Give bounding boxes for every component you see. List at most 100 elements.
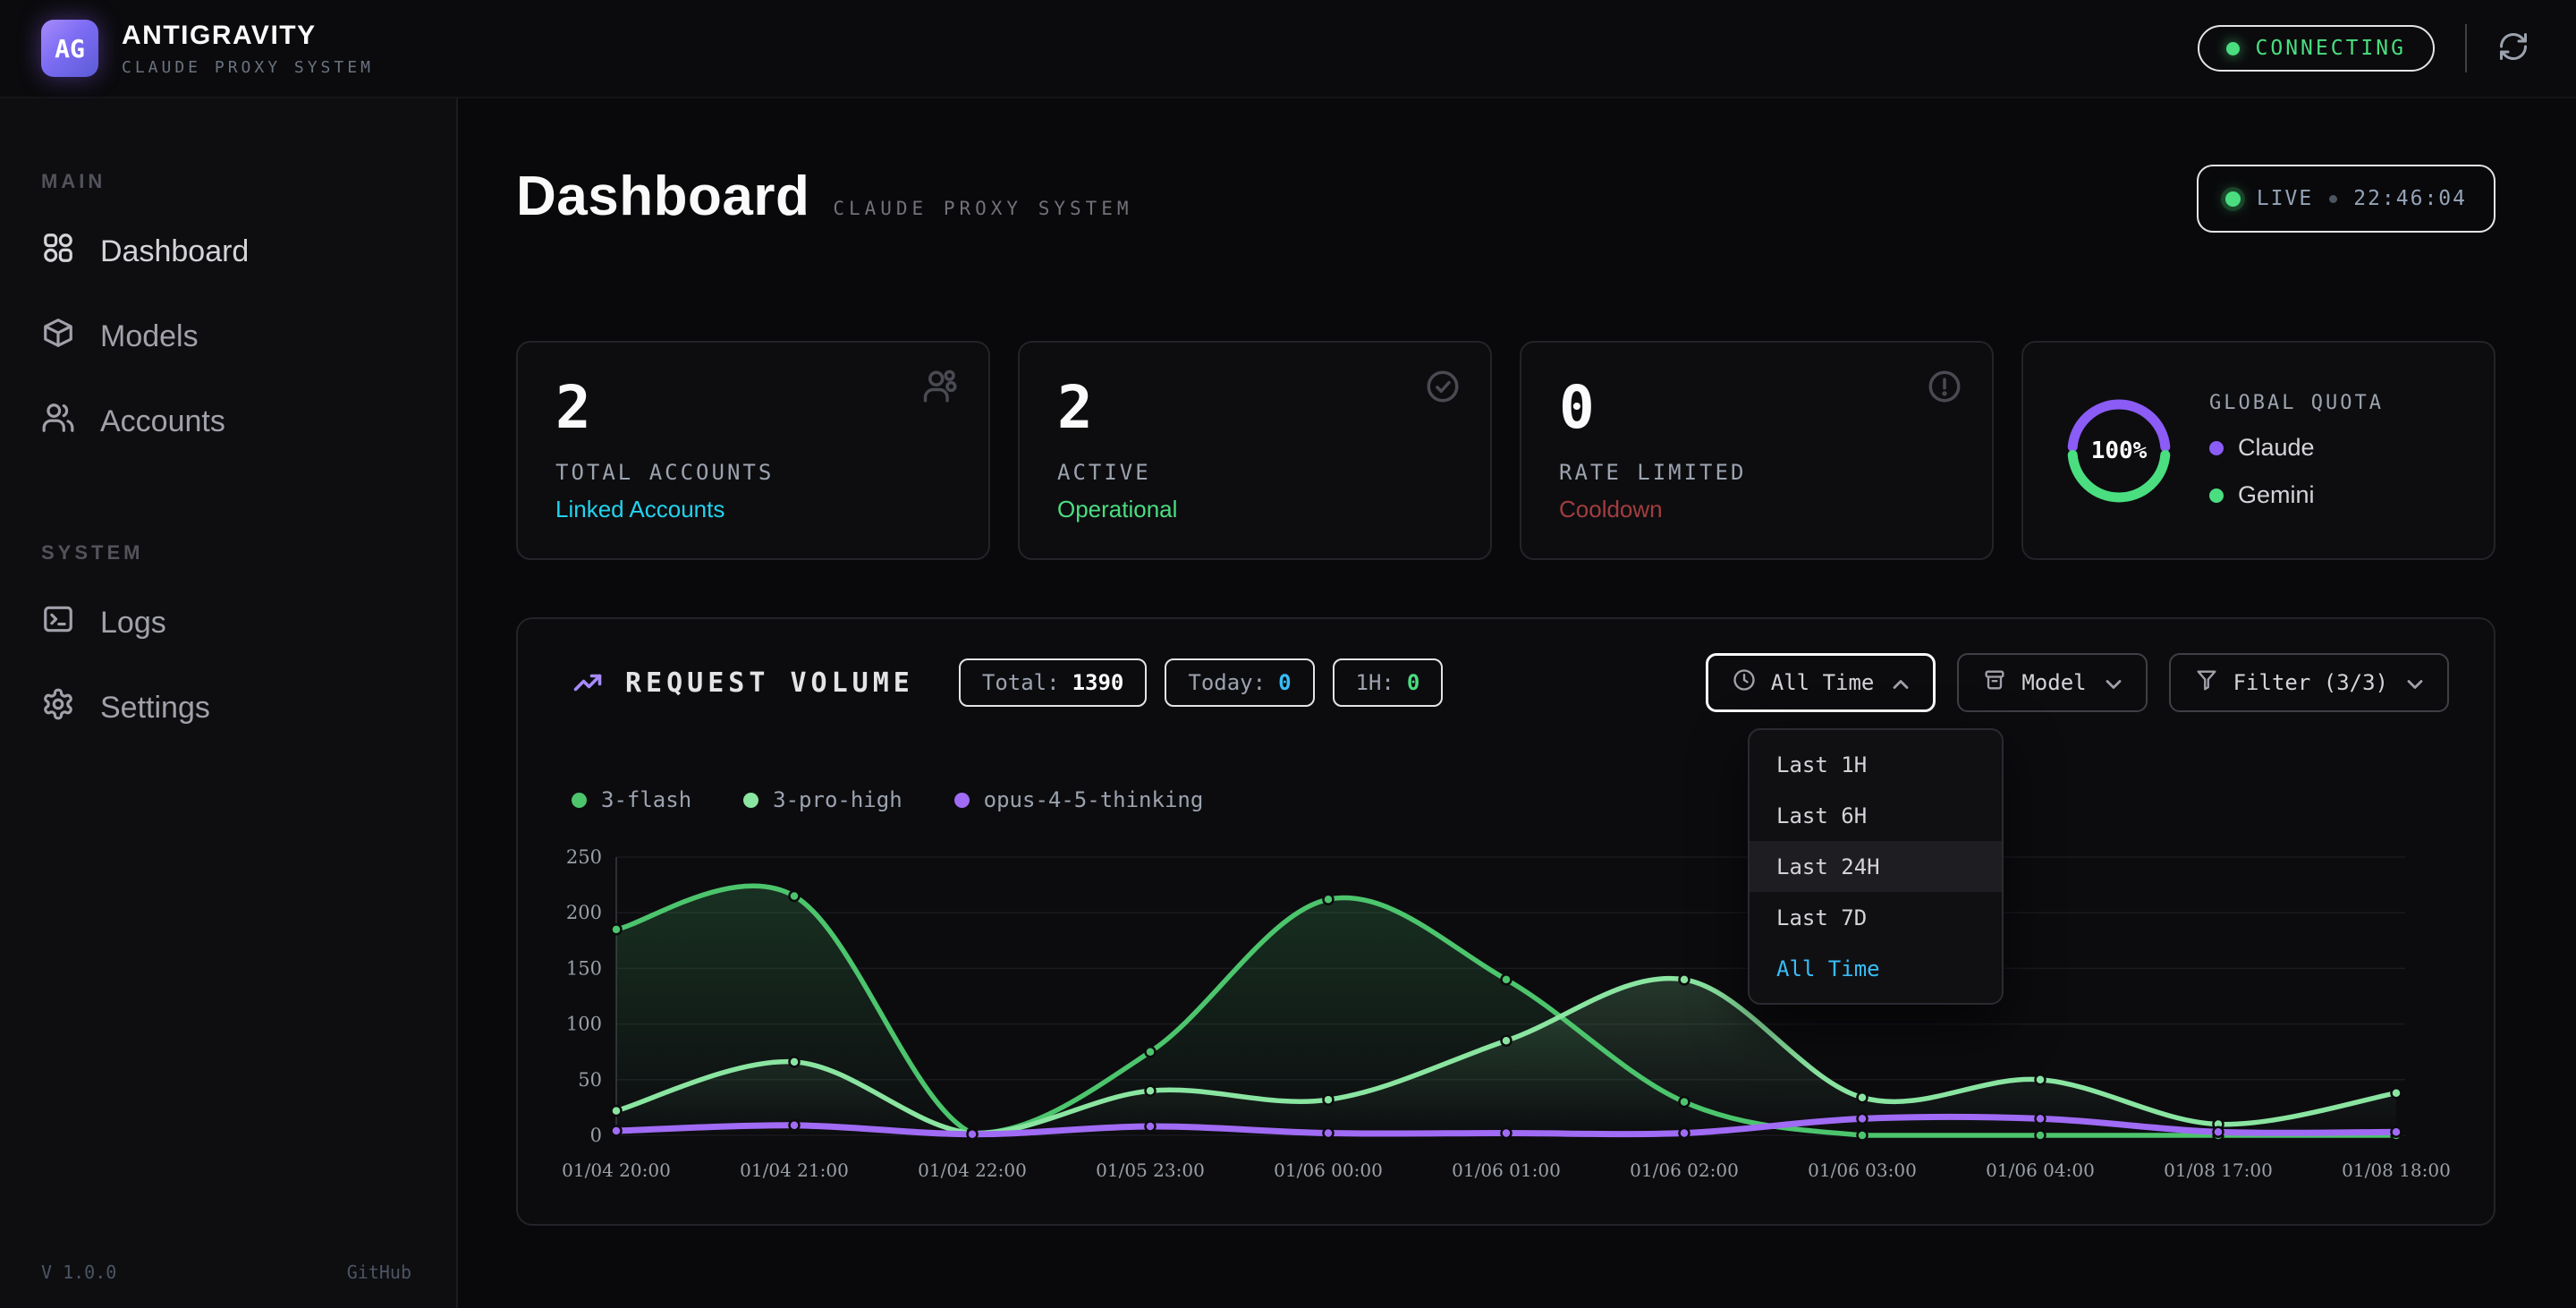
svg-text:01/06 04:00: 01/06 04:00 [1986,1159,2095,1181]
chevron-down-icon [2402,672,2424,693]
cube-icon [41,316,75,358]
svg-text:01/06 01:00: 01/06 01:00 [1452,1159,1561,1181]
check-circle-icon [1424,368,1462,405]
pill-label: Total: [982,670,1060,695]
quota-title: GLOBAL QUOTA [2209,392,2384,414]
pill-value: 1390 [1072,670,1124,695]
app-subtitle: CLAUDE PROXY SYSTEM [122,58,374,77]
provider-label: Claude [2238,434,2315,462]
dropdown-label: Filter (3/3) [2233,670,2388,695]
sidebar-item-label: Models [100,319,199,354]
card-total-accounts: 2 TOTAL ACCOUNTS Linked Accounts [516,341,990,560]
svg-text:01/04 20:00: 01/04 20:00 [562,1159,671,1181]
dropdown-label: Model [2021,670,2086,695]
quota-provider-gemini: Gemini [2209,481,2384,509]
series-dot-icon [572,793,587,808]
menu-item-last-1h[interactable]: Last 1H [1750,739,2002,790]
svg-text:01/06 00:00: 01/06 00:00 [1274,1159,1383,1181]
provider-label: Gemini [2238,481,2315,509]
model-dropdown[interactable]: Model [1957,653,2147,712]
topbar: AG ANTIGRAVITY CLAUDE PROXY SYSTEM CONNE… [0,0,2576,98]
card-rate-limited: 0 RATE LIMITED Cooldown [1520,341,1994,560]
terminal-icon [41,602,75,644]
svg-text:01/08 17:00: 01/08 17:00 [2164,1159,2273,1181]
legend-item-opus[interactable]: opus-4-5-thinking [954,787,1204,812]
sidebar-section-system: SYSTEM [41,541,415,565]
svg-text:01/05 23:00: 01/05 23:00 [1096,1159,1205,1181]
menu-item-last-6h[interactable]: Last 6H [1750,790,2002,841]
legend-label: 3-pro-high [773,787,902,812]
panel-title: REQUEST VOLUME [625,667,914,699]
sidebar-section-main: MAIN [41,170,415,193]
today-pill: Today: 0 [1165,658,1314,707]
dot-separator-icon [2329,195,2337,203]
claude-dot-icon [2209,441,2224,455]
sidebar: MAIN Dashboard Models Accounts SYSTEM [0,98,458,1308]
pill-label: 1H: [1356,670,1394,695]
svg-text:250: 250 [566,847,602,868]
filter-dropdown[interactable]: Filter (3/3) [2169,653,2449,712]
menu-item-last-24h[interactable]: Last 24H [1750,841,2002,892]
stat-value: 2 [1057,377,1453,438]
svg-text:01/06 03:00: 01/06 03:00 [1808,1159,1917,1181]
legend-item-3-pro-high[interactable]: 3-pro-high [743,787,902,812]
card-global-quota: 100% GLOBAL QUOTA Claude Gemini [2021,341,2496,560]
svg-text:100: 100 [566,1014,602,1035]
total-pill: Total: 1390 [959,658,1148,707]
live-badge: LIVE 22:46:04 [2197,165,2496,233]
svg-text:01/06 02:00: 01/06 02:00 [1630,1159,1739,1181]
users-icon [922,368,960,405]
github-link[interactable]: GitHub [347,1261,411,1283]
svg-text:01/04 22:00: 01/04 22:00 [918,1159,1027,1181]
app-logo: AG [41,20,98,77]
menu-item-all-time[interactable]: All Time [1750,943,2002,994]
live-dot-icon [2225,191,2241,207]
svg-text:50: 50 [578,1069,602,1091]
refresh-icon [2497,30,2529,67]
grid-icon [41,231,75,273]
page-subtitle: CLAUDE PROXY SYSTEM [833,198,1132,219]
sidebar-item-label: Settings [100,691,210,726]
box-icon [1982,667,2007,698]
sidebar-item-accounts[interactable]: Accounts [41,379,415,464]
gear-icon [41,687,75,729]
series-dot-icon [743,793,758,808]
legend-label: 3-flash [601,787,691,812]
stat-sub: Operational [1057,496,1453,523]
request-volume-chart: 05010015020025001/04 20:0001/04 21:0001/… [540,847,2499,1196]
stat-label: RATE LIMITED [1559,460,1954,485]
topbar-divider [2465,24,2467,72]
brand: AG ANTIGRAVITY CLAUDE PROXY SYSTEM [41,20,374,77]
pill-value: 0 [1278,670,1291,695]
main-content: Dashboard CLAUDE PROXY SYSTEM LIVE 22:46… [460,98,2576,1308]
alert-circle-icon [1926,368,1963,405]
funnel-icon [2194,667,2219,698]
legend-label: opus-4-5-thinking [984,787,1204,812]
legend-item-3-flash[interactable]: 3-flash [572,787,691,812]
menu-item-last-7d[interactable]: Last 7D [1750,892,2002,943]
sidebar-item-settings[interactable]: Settings [41,666,415,751]
stat-label: ACTIVE [1057,460,1453,485]
time-range-dropdown[interactable]: All Time [1706,653,1936,712]
pill-value: 0 [1407,670,1419,695]
live-clock: 22:46:04 [2353,187,2467,210]
svg-text:150: 150 [566,957,602,979]
connection-status-badge: CONNECTING [2198,25,2435,72]
refresh-button[interactable] [2497,30,2533,66]
series-dot-icon [954,793,970,808]
sidebar-item-logs[interactable]: Logs [41,581,415,666]
pill-label: Today: [1188,670,1266,695]
card-active: 2 ACTIVE Operational [1018,341,1492,560]
chevron-up-icon [1888,672,1910,693]
svg-text:01/04 21:00: 01/04 21:00 [740,1159,849,1181]
status-dot-icon [2226,42,2240,55]
sidebar-item-label: Dashboard [100,234,249,269]
stat-sub: Linked Accounts [555,496,951,523]
sidebar-item-dashboard[interactable]: Dashboard [41,209,415,294]
sidebar-item-models[interactable]: Models [41,294,415,379]
time-range-menu: Last 1H Last 6H Last 24H Last 7D All Tim… [1748,728,2004,1005]
app-version: V 1.0.0 [41,1261,116,1283]
stat-label: TOTAL ACCOUNTS [555,460,951,485]
app-name: ANTIGRAVITY [122,21,374,51]
svg-text:200: 200 [566,902,602,923]
